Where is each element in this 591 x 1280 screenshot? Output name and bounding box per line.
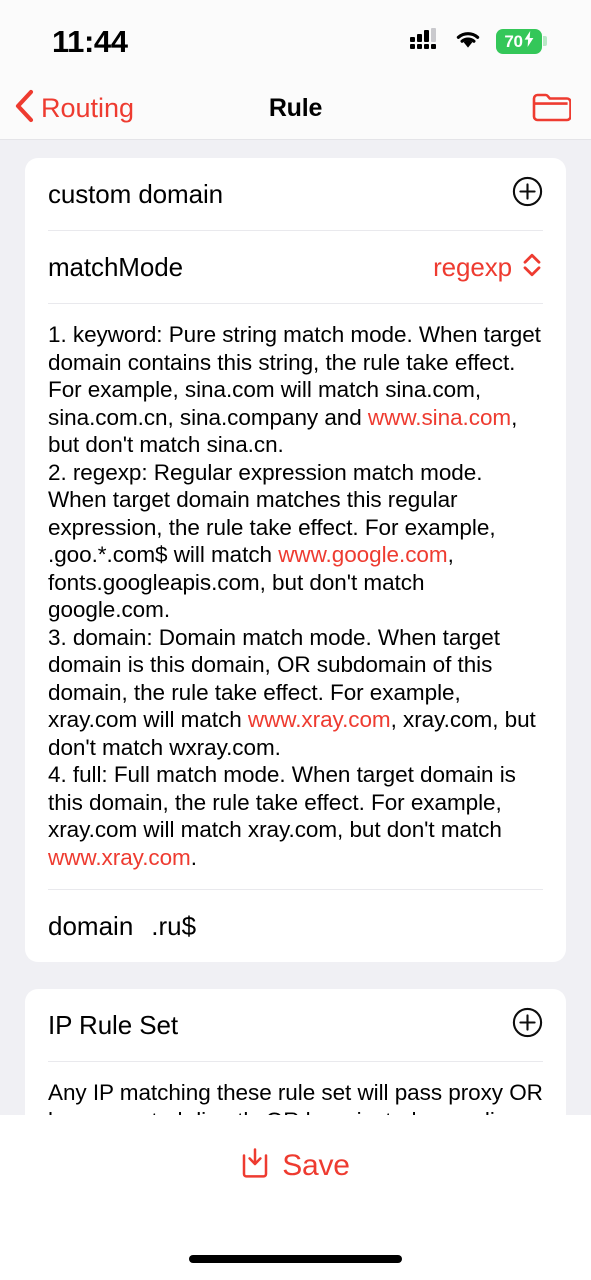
charging-bolt-icon [524, 30, 534, 52]
match-mode-label: matchMode [48, 251, 183, 282]
wifi-icon [453, 28, 483, 55]
desc-2-link[interactable]: www.google.com [278, 542, 447, 567]
battery-charging-icon: 70 [496, 28, 547, 54]
desc-4-text-a: 4. full: Full match mode. When target do… [48, 762, 516, 842]
custom-domain-label: custom domain [48, 178, 223, 209]
footer-bar: Save [0, 1115, 591, 1238]
desc-4-link[interactable]: www.xray.com [48, 845, 191, 870]
desc-3-link[interactable]: www.xray.com [248, 707, 391, 732]
navigation-bar: Routing Rule [0, 78, 591, 140]
domain-field-row[interactable]: domain .ru$ [25, 890, 566, 962]
tray-download-icon [241, 1147, 269, 1184]
plus-circle-icon[interactable] [512, 1007, 543, 1043]
description-item-3: 3. domain: Domain match mode. When targe… [48, 624, 543, 762]
status-bar: 11:44 70 [0, 0, 591, 78]
settings-scroll-area[interactable]: custom domain matchMode regexp 1. keywor… [0, 140, 591, 1115]
home-indicator-area [0, 1238, 591, 1280]
folder-icon [531, 89, 572, 128]
ip-rule-set-card: IP Rule Set Any IP matching these rule s… [25, 989, 566, 1115]
desc-1-link[interactable]: www.sina.com [368, 405, 511, 430]
battery-percent-label: 70 [504, 31, 523, 51]
description-item-1: 1. keyword: Pure string match mode. When… [48, 321, 543, 459]
chevron-up-down-icon [521, 250, 543, 285]
status-bar-time: 11:44 [52, 23, 128, 59]
status-bar-indicators: 70 [410, 24, 547, 55]
description-item-4: 4. full: Full match mode. When target do… [48, 761, 543, 871]
match-mode-value: regexp [433, 251, 512, 282]
ip-desc-line-1: Any IP matching these rule set will pass… [48, 1080, 543, 1115]
save-button-label: Save [282, 1148, 350, 1182]
match-mode-description: 1. keyword: Pure string match mode. When… [25, 304, 566, 889]
save-button[interactable]: Save [241, 1147, 350, 1184]
match-mode-row[interactable]: matchMode regexp [25, 231, 566, 303]
page-title: Rule [268, 94, 323, 122]
folder-button[interactable] [531, 89, 572, 128]
custom-domain-card: custom domain matchMode regexp 1. keywor… [25, 158, 566, 962]
domain-field-value[interactable]: .ru$ [151, 911, 196, 942]
ip-rule-set-description: Any IP matching these rule set will pass… [25, 1062, 566, 1115]
domain-field-label: domain [48, 910, 134, 941]
cellular-signal-icon [410, 27, 440, 55]
ip-rule-set-header-row: IP Rule Set [25, 989, 566, 1061]
match-mode-selector[interactable]: regexp [433, 250, 543, 285]
description-item-2: 2. regexp: Regular expression match mode… [48, 459, 543, 624]
ip-rule-set-label: IP Rule Set [48, 1009, 178, 1040]
custom-domain-header-row: custom domain [25, 158, 566, 230]
phone-screen: 11:44 70 Routing Rule custom domain matc… [0, 0, 591, 1280]
plus-circle-icon[interactable] [512, 176, 543, 212]
home-indicator[interactable] [189, 1255, 402, 1263]
desc-4-text-b: . [190, 844, 197, 870]
